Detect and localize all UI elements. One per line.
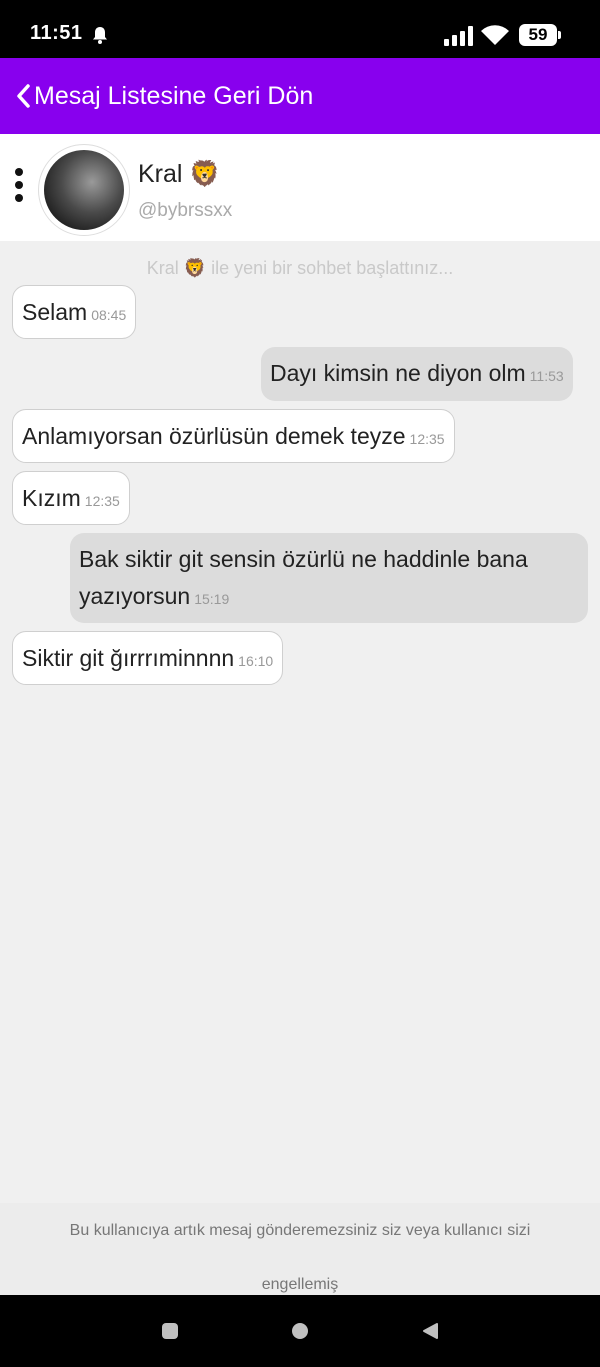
message-text: Kızım [22,485,81,511]
back-label: Mesaj Listesine Geri Dön [34,81,314,110]
recent-apps-icon[interactable] [162,1323,178,1339]
back-to-message-list-button[interactable]: Mesaj Listesine Geri Dön [14,78,313,114]
battery-indicator: 59 [519,24,557,46]
message-time: 15:19 [194,591,230,607]
home-icon[interactable] [292,1323,308,1339]
message-time: 08:45 [91,307,127,323]
cellular-signal-icon [444,26,473,46]
message-time: 11:53 [529,368,564,384]
message-text-continued: yazıyorsun [79,583,191,609]
chat-start-notice: Kral 🦁 ile yeni bir sohbet başlattınız..… [146,258,454,278]
message-bubble-outgoing[interactable]: Bak siktir git sensin özürlü ne haddinle… [70,533,588,623]
system-back-icon[interactable] [421,1322,439,1340]
message-text: Bak siktir git sensin özürlü ne haddinle… [79,546,528,572]
wifi-icon [481,25,509,45]
status-bar: 11:51 59 [0,0,600,58]
system-navigation-bar [0,1295,600,1367]
status-time: 11:51 [30,22,83,44]
app-header: Mesaj Listesine Geri Dön [0,58,600,134]
message-bubble-incoming[interactable]: Anlamıyorsan özürlüsün demek teyze 12:35 [12,409,455,463]
avatar[interactable] [38,144,130,236]
conversation-profile: Kral 🦁 @bybrssxx [0,134,600,241]
message-text: Dayı kimsin ne diyon olm [270,360,526,386]
chevron-left-icon [17,84,30,108]
profile-handle: @bybrssxx [138,200,233,221]
profile-name[interactable]: Kral 🦁 [138,160,221,189]
message-bubble-incoming[interactable]: Kızım 12:35 [12,471,130,525]
more-options-icon[interactable] [12,168,26,202]
message-time: 12:35 [84,493,120,509]
message-text: Siktir git ğırrrıminnnn [22,645,235,671]
notification-bell-icon [93,27,107,44]
blocked-notice: Bu kullanıcıya artık mesaj gönderemezsin… [0,1203,600,1295]
message-time: 12:35 [409,431,445,447]
message-bubble-incoming[interactable]: Selam 08:45 [12,285,137,339]
avatar-photo [44,150,124,230]
message-time: 16:10 [238,653,274,669]
message-text: Anlamıyorsan özürlüsün demek teyze [22,423,406,449]
message-bubble-outgoing[interactable]: Dayı kimsin ne diyon olm 11:53 [261,347,573,401]
battery-tip [558,31,561,39]
message-text: Selam [22,299,88,325]
message-bubble-incoming[interactable]: Siktir git ğırrrıminnnn 16:10 [12,631,284,685]
